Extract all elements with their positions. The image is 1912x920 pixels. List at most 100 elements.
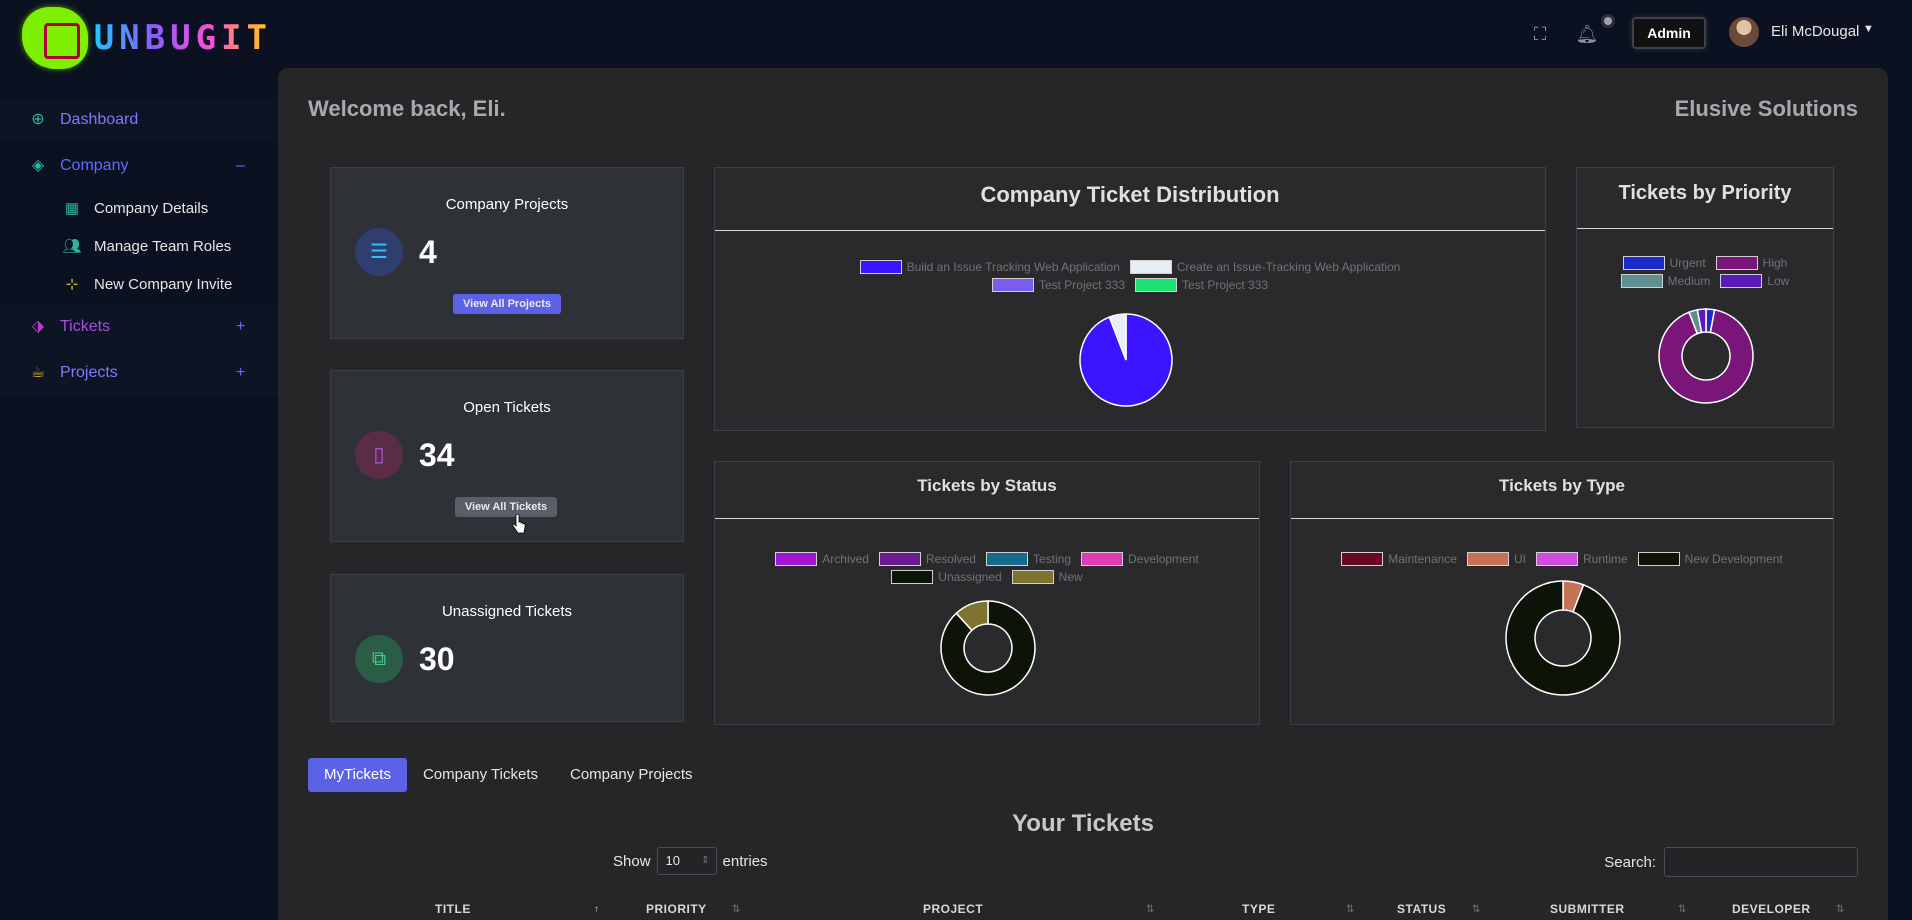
pie-slice[interactable] xyxy=(1505,580,1621,696)
sidebar-item-projects[interactable]: ☕︎ Projects + xyxy=(0,351,278,395)
legend-item[interactable]: Urgent xyxy=(1622,256,1706,270)
sidebar-subitem-manage-team-roles[interactable]: 👥︎ Manage Team Roles xyxy=(62,230,231,262)
chart-card-priority: Tickets by Priority Urgent High Medium Low xyxy=(1576,167,1834,428)
stat-title: Open Tickets xyxy=(463,399,551,416)
legend-swatch xyxy=(1535,552,1578,566)
tab-my-tickets[interactable]: MyTickets xyxy=(308,758,407,792)
legend-item[interactable]: Development xyxy=(1081,552,1199,566)
column-header-title[interactable]: TITLE xyxy=(435,902,471,916)
legend-swatch xyxy=(1011,570,1054,584)
legend-item[interactable]: Archived xyxy=(775,552,869,566)
sort-icon: ⇅ xyxy=(1836,904,1845,915)
chart-divider xyxy=(715,518,1259,519)
chart-title: Tickets by Priority xyxy=(1618,182,1792,204)
stat-title: Unassigned Tickets xyxy=(441,603,573,620)
pie-chart xyxy=(1079,313,1173,407)
stat-value: 34 xyxy=(419,437,455,473)
legend-label: Low xyxy=(1767,274,1790,288)
column-header-type[interactable]: TYPE xyxy=(1242,902,1275,916)
phone-icon: ▯ xyxy=(355,431,403,479)
legend-swatch xyxy=(1341,552,1384,566)
column-header-priority[interactable]: PRIORITY xyxy=(646,902,707,916)
chart-card-status: Tickets by Status Archived Resolved Testin… xyxy=(714,461,1260,725)
column-header-submitter[interactable]: SUBMITTER xyxy=(1550,902,1625,916)
legend-label: Testing xyxy=(1032,552,1072,566)
sidebar-subitem-new-company-invite[interactable]: ⊹ New Company Invite xyxy=(62,268,233,300)
table-search: Search: xyxy=(1604,847,1858,877)
sort-asc-icon: ↑ xyxy=(594,904,599,915)
collapse-icon[interactable]: – xyxy=(236,157,245,175)
tab-company-tickets[interactable]: Company Tickets xyxy=(407,758,554,792)
role-badge[interactable]: Admin xyxy=(1632,17,1706,49)
chart-card-type: Tickets by Type Maintenance UI Runtime New … xyxy=(1290,461,1834,725)
legend-item[interactable]: UI xyxy=(1466,552,1526,566)
legend-item[interactable]: Resolved xyxy=(878,552,976,566)
legend-item[interactable]: Testing xyxy=(985,552,1072,566)
legend-swatch xyxy=(1129,260,1172,274)
legend-swatch xyxy=(1135,278,1177,292)
sidebar-item-tickets[interactable]: ⬗ Tickets + xyxy=(0,305,278,349)
logo-text: UNBUGIT xyxy=(93,18,272,58)
column-header-status[interactable]: STATUS xyxy=(1397,902,1446,916)
legend-item[interactable]: Build an Issue Tracking Web Application xyxy=(859,260,1120,274)
expand-icon[interactable]: + xyxy=(236,318,245,336)
view-all-projects-button[interactable]: View All Projects xyxy=(453,294,561,314)
entries-select[interactable]: 10 xyxy=(656,847,717,875)
legend-swatch xyxy=(891,570,934,584)
legend-label: Medium xyxy=(1667,274,1711,288)
legend-item[interactable]: New xyxy=(1011,570,1083,584)
legend-label: Test Project 333 xyxy=(1182,278,1269,292)
stat-card-projects: Company Projects ☰ 4 View All Projects xyxy=(330,167,684,339)
sidebar-item-label: Tickets xyxy=(60,318,111,335)
legend-label: UI xyxy=(1513,552,1526,566)
chart-divider xyxy=(1291,518,1833,519)
legend-swatch xyxy=(1715,256,1758,270)
legend-label: Build an Issue Tracking Web Application xyxy=(906,260,1120,274)
legend-item[interactable]: Unassigned xyxy=(891,570,1002,584)
sidebar-item-company[interactable]: ◈ Company – xyxy=(0,144,278,188)
legend-swatch xyxy=(1620,274,1663,288)
legend-swatch xyxy=(1637,552,1680,566)
search-input[interactable] xyxy=(1664,847,1858,877)
legend-item[interactable]: Low xyxy=(1720,274,1789,288)
legend-label: Archived xyxy=(822,552,869,566)
app-logo[interactable]: UNBUGIT xyxy=(22,6,272,70)
expand-icon[interactable]: + xyxy=(236,364,245,382)
view-all-tickets-button[interactable]: View All Tickets xyxy=(455,497,557,517)
legend-item[interactable]: Test Project 333 xyxy=(991,278,1125,292)
avatar[interactable] xyxy=(1729,17,1759,47)
stat-value: 4 xyxy=(419,234,437,270)
sort-icon: ⇅ xyxy=(1678,904,1687,915)
legend-swatch xyxy=(878,552,921,566)
sidebar-subitem-company-details[interactable]: ▦ Company Details xyxy=(62,192,208,224)
legend-item[interactable]: Runtime xyxy=(1535,552,1628,566)
legend-item[interactable]: Create an Issue-Tracking Web Application xyxy=(1129,260,1400,274)
chevron-down-icon[interactable]: ▼ xyxy=(1863,23,1874,35)
column-header-developer[interactable]: DEVELOPER xyxy=(1732,902,1811,916)
sidebar-item-dashboard[interactable]: ⊕ Dashboard xyxy=(0,98,278,142)
legend-label: High xyxy=(1762,256,1788,270)
legend-item[interactable]: High xyxy=(1715,256,1788,270)
sort-icon: ⇅ xyxy=(1346,904,1355,915)
fullscreen-icon[interactable]: ⛶ xyxy=(1528,22,1552,46)
column-header-project[interactable]: PROJECT xyxy=(923,902,983,916)
sidebar-item-label: Projects xyxy=(60,364,118,381)
ticket-tabs: MyTickets Company Tickets Company Projec… xyxy=(308,758,709,792)
bell-icon[interactable]: 🔔︎ xyxy=(1575,22,1599,46)
table-heading: Your Tickets xyxy=(1012,810,1154,837)
sort-icon: ⇅ xyxy=(1472,904,1481,915)
legend-item[interactable]: New Development xyxy=(1637,552,1783,566)
legend-swatch xyxy=(1622,256,1665,270)
coffee-icon: ☕︎ xyxy=(30,364,46,381)
legend-swatch xyxy=(985,552,1028,566)
legend-item[interactable]: Medium xyxy=(1620,274,1711,288)
user-name[interactable]: Eli McDougal xyxy=(1771,23,1859,40)
entries-label: entries xyxy=(722,852,768,870)
tab-company-projects[interactable]: Company Projects xyxy=(554,758,709,792)
legend-item[interactable]: Test Project 333 xyxy=(1135,278,1268,292)
legend-item[interactable]: Maintenance xyxy=(1341,552,1457,566)
legend-swatch xyxy=(1466,552,1509,566)
sidebar-item-label: Company xyxy=(60,157,129,174)
legend-swatch xyxy=(859,260,902,274)
legend-label: Runtime xyxy=(1582,552,1628,566)
